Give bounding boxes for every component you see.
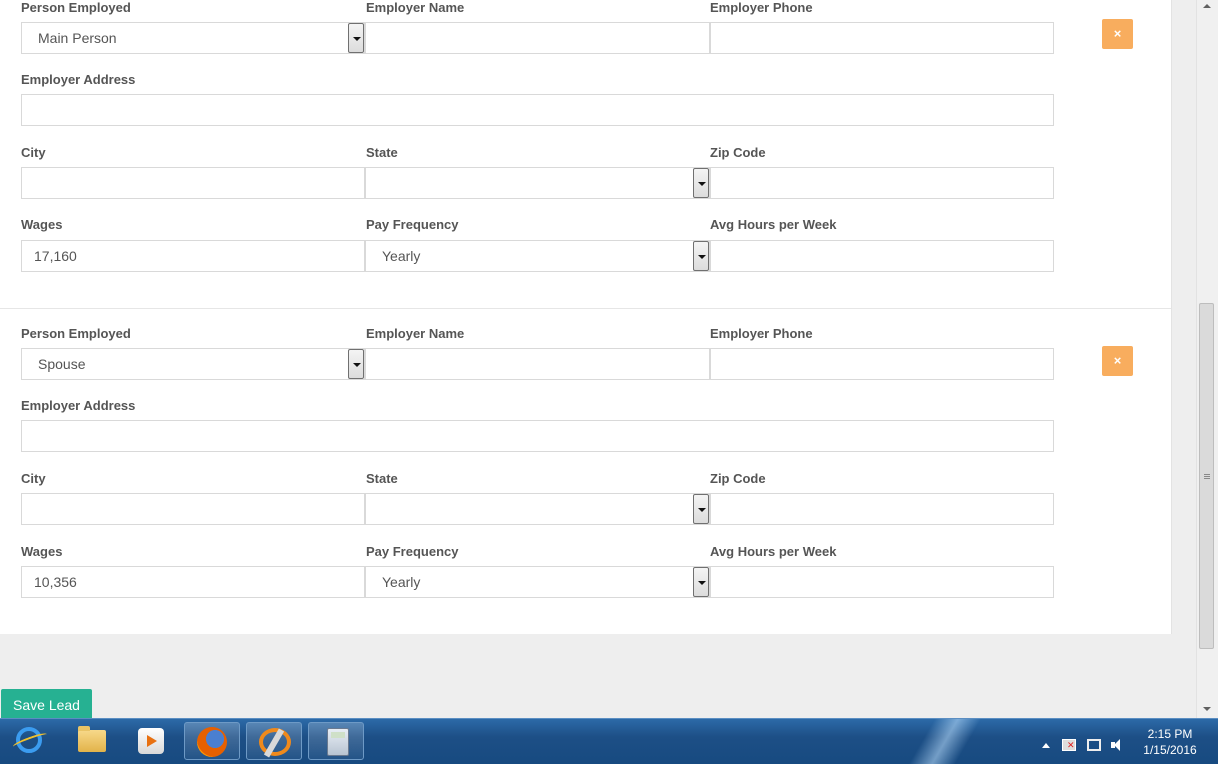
person-employed-value: Main Person [38,30,117,46]
close-icon: × [1113,26,1122,41]
dropdown-arrow-button[interactable] [693,168,709,198]
city-label: City [21,471,46,486]
avg-hours-input[interactable] [710,566,1054,598]
dropdown-arrow-button[interactable] [693,494,709,524]
chevron-down-icon [698,508,706,512]
pay-frequency-select[interactable]: Yearly [365,240,710,272]
employer-name-label: Employer Name [366,0,465,15]
media-player-icon [138,728,164,754]
employer-phone-input[interactable] [710,348,1054,380]
wages-label: Wages [21,217,63,232]
volume-icon[interactable] [1111,739,1125,751]
dropdown-arrow-button[interactable] [693,567,709,597]
state-label: State [366,145,398,160]
employment-panel: Person Employed Employer Name Employer P… [0,0,1172,634]
chevron-down-icon [698,255,706,259]
remove-employer-button[interactable]: × [1102,346,1133,376]
employer-phone-input[interactable] [710,22,1054,54]
dropdown-arrow-button[interactable] [348,23,364,53]
close-icon: × [1113,353,1122,368]
taskbar-firefox[interactable] [184,722,240,760]
avg-hours-input[interactable] [710,240,1054,272]
city-input[interactable] [21,167,365,199]
firefox-icon [197,727,227,757]
zip-code-label: Zip Code [710,145,766,160]
employer-name-label: Employer Name [366,326,465,341]
clock-time: 2:15 PM [1147,727,1193,741]
person-employed-label: Person Employed [21,326,131,341]
wages-input[interactable]: 17,160 [21,240,365,272]
save-lead-button[interactable]: Save Lead [1,689,92,718]
wages-input[interactable]: 10,356 [21,566,365,598]
internet-explorer-icon [16,727,42,753]
taskbar-glow [900,719,990,764]
taskbar-file-explorer[interactable] [62,722,118,760]
scroll-up-icon[interactable] [1203,4,1211,8]
chevron-down-icon [698,581,706,585]
zip-code-input[interactable] [710,493,1054,525]
state-select[interactable] [365,167,710,199]
state-label: State [366,471,398,486]
dropdown-arrow-button[interactable] [348,349,364,379]
vertical-scrollbar[interactable] [1196,0,1218,718]
employer-address-input[interactable] [21,94,1054,126]
clock-date: 1/15/2016 [1143,743,1197,757]
pay-frequency-label: Pay Frequency [366,544,459,559]
taskbar-media-player[interactable] [122,722,178,760]
person-employed-select[interactable]: Main Person [21,22,365,54]
employer-name-input[interactable] [365,348,710,380]
taskbar-internet-explorer[interactable] [0,722,56,760]
dropdown-arrow-button[interactable] [693,241,709,271]
pay-frequency-value: Yearly [382,248,421,264]
avg-hours-label: Avg Hours per Week [710,544,837,559]
wages-label: Wages [21,544,63,559]
employer-address-label: Employer Address [21,398,136,413]
pay-frequency-select[interactable]: Yearly [365,566,710,598]
action-center-icon[interactable] [1062,739,1076,751]
taskbar-crm-app[interactable] [246,722,302,760]
system-clock[interactable]: 2:15 PM 1/15/2016 [1130,726,1210,758]
chevron-down-icon [353,363,361,367]
taskbar: 2:15 PM 1/15/2016 [0,718,1218,764]
page-content: Person Employed Employer Name Employer P… [0,0,1196,718]
employer-address-label: Employer Address [21,72,136,87]
pay-frequency-value: Yearly [382,574,421,590]
employer-name-input[interactable] [365,22,710,54]
avg-hours-label: Avg Hours per Week [710,217,837,232]
grip-icon [1204,474,1210,475]
zip-code-input[interactable] [710,167,1054,199]
show-hidden-icons-icon[interactable] [1042,743,1050,748]
person-employed-value: Spouse [38,356,86,372]
file-explorer-icon [78,726,106,752]
person-employed-select[interactable]: Spouse [21,348,365,380]
city-input[interactable] [21,493,365,525]
network-icon[interactable] [1087,739,1101,751]
remove-employer-button[interactable]: × [1102,19,1133,49]
city-label: City [21,145,46,160]
scroll-down-icon[interactable] [1203,707,1211,711]
section-divider [0,308,1171,309]
calculator-icon [327,728,349,756]
employer-phone-label: Employer Phone [710,0,813,15]
chevron-down-icon [353,37,361,41]
zip-code-label: Zip Code [710,471,766,486]
person-employed-label: Person Employed [21,0,131,15]
pay-frequency-label: Pay Frequency [366,217,459,232]
crm-app-icon [259,728,291,756]
employer-phone-label: Employer Phone [710,326,813,341]
employer-address-input[interactable] [21,420,1054,452]
state-select[interactable] [365,493,710,525]
taskbar-calculator[interactable] [308,722,364,760]
chevron-down-icon [698,182,706,186]
scrollbar-thumb[interactable] [1199,303,1214,649]
